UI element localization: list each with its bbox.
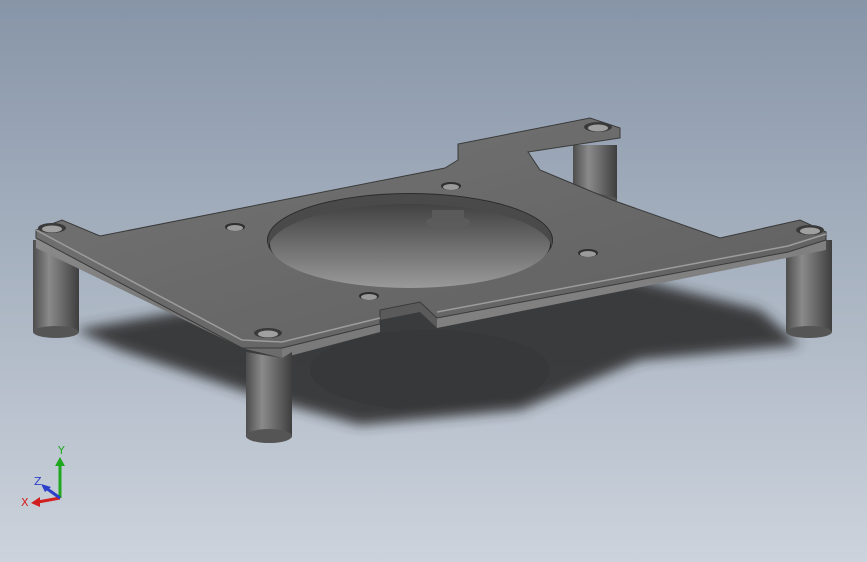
leg-front-center[interactable]	[246, 352, 292, 443]
z-axis-label: Z	[34, 475, 42, 488]
x-axis-label: X	[21, 496, 29, 509]
y-axis-label: Y	[57, 444, 65, 457]
leg-boss-front-left	[38, 223, 66, 233]
mounting-hole[interactable]	[578, 249, 598, 257]
mounting-hole[interactable]	[359, 292, 379, 300]
center-bore[interactable]	[267, 193, 553, 288]
leg-boss-back-right	[584, 122, 612, 132]
model-scene[interactable]	[0, 0, 867, 562]
x-axis-line	[37, 496, 61, 504]
leg-boss-front-right	[796, 225, 824, 235]
3d-viewport[interactable]: Y X Z	[0, 0, 867, 562]
y-axis-arrow	[55, 457, 65, 466]
mounting-hole[interactable]	[225, 223, 245, 231]
z-axis-line	[45, 486, 61, 500]
x-axis-arrow	[31, 497, 40, 507]
coordinate-triad[interactable]: Y X Z	[18, 440, 78, 510]
leg-boss-front-center	[254, 328, 282, 338]
mounting-hole[interactable]	[441, 182, 461, 190]
